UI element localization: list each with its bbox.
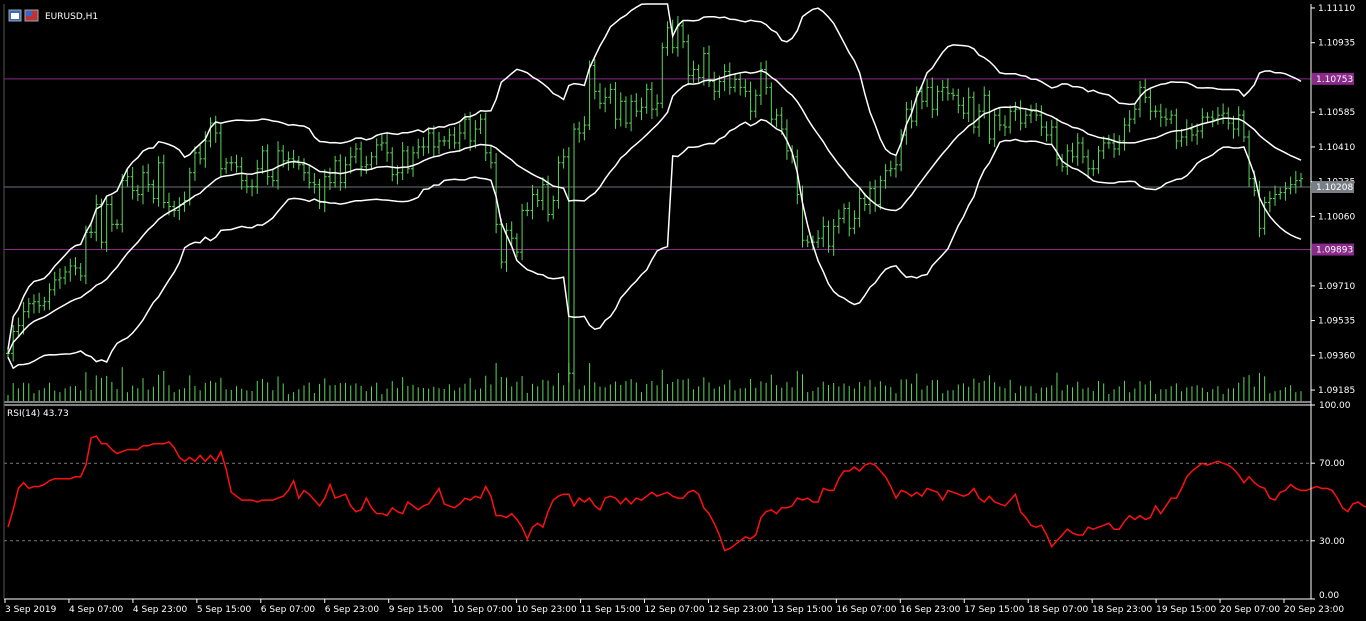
price-tick-label: 1.09185: [1318, 386, 1355, 396]
price-tick-label: 1.09710: [1318, 282, 1355, 292]
time-tick-label: 12 Sep 07:00: [645, 605, 705, 615]
time-tick-label: 10 Sep 23:00: [517, 605, 577, 615]
rsi-tick-label: 100.00: [1319, 401, 1351, 411]
price-tick-label: 1.11110: [1318, 4, 1355, 14]
symbol-title: EURUSD,H1: [45, 12, 98, 22]
time-tick-label: 19 Sep 15:00: [1156, 605, 1216, 615]
time-tick-label: 16 Sep 07:00: [836, 605, 896, 615]
price-tick-label: 1.10585: [1318, 108, 1355, 118]
rsi-tick-label: 0.00: [1319, 591, 1339, 601]
time-tick-label: 18 Sep 23:00: [1092, 605, 1152, 615]
time-tick-label: 20 Sep 23:00: [1284, 605, 1344, 615]
time-tick-label: 18 Sep 07:00: [1028, 605, 1088, 615]
time-tick-label: 20 Sep 07:00: [1220, 605, 1280, 615]
price-tag-label: 1.10753: [1316, 75, 1353, 85]
time-tick-label: 11 Sep 15:00: [581, 605, 641, 615]
rsi-tick-label: 30.00: [1319, 537, 1345, 547]
price-tick-label: 1.09360: [1318, 351, 1355, 361]
time-tick-label: 3 Sep 2019: [5, 605, 57, 615]
price-tag-label: 1.10208: [1316, 183, 1353, 193]
price-tick-label: 1.10060: [1318, 212, 1355, 222]
time-tick-label: 17 Sep 15:00: [964, 605, 1024, 615]
time-tick-label: 5 Sep 15:00: [197, 605, 252, 615]
time-tick-label: 16 Sep 23:00: [900, 605, 960, 615]
chart-canvas: 1.111101.109351.105851.104101.102351.100…: [0, 0, 1366, 621]
time-tick-label: 13 Sep 15:00: [772, 605, 832, 615]
time-tick-label: 10 Sep 07:00: [453, 605, 513, 615]
time-tick-label: 4 Sep 23:00: [133, 605, 188, 615]
chart-window-icon-inner: [11, 13, 19, 19]
rsi-title: RSI(14) 43.73: [7, 409, 69, 419]
price-tick-label: 1.10935: [1318, 39, 1355, 49]
time-tick-label: 6 Sep 23:00: [325, 605, 380, 615]
chart-background: [0, 0, 1366, 621]
rsi-tick-label: 70.00: [1319, 459, 1345, 469]
price-tick-label: 1.09535: [1318, 317, 1355, 327]
price-tag-label: 1.09893: [1316, 246, 1353, 256]
symbol-flag-icon-canton: [26, 11, 32, 16]
time-tick-label: 12 Sep 23:00: [708, 605, 768, 615]
time-tick-label: 4 Sep 07:00: [69, 605, 124, 615]
price-tick-label: 1.10410: [1318, 143, 1355, 153]
time-tick-label: 6 Sep 07:00: [261, 605, 316, 615]
time-tick-label: 9 Sep 15:00: [389, 605, 444, 615]
